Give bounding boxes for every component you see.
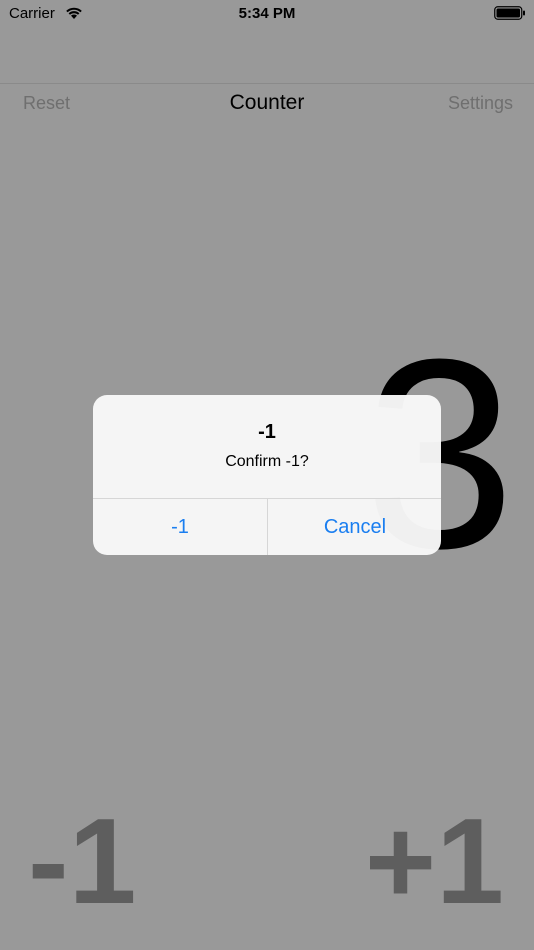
battery-icon — [494, 6, 526, 20]
increment-button[interactable]: +1 — [365, 800, 504, 922]
decrement-button[interactable]: -1 — [28, 800, 136, 922]
settings-button[interactable]: Settings — [448, 93, 513, 114]
navigation-bar-background — [0, 28, 534, 84]
status-time: 5:34 PM — [238, 5, 296, 22]
alert-message: Confirm -1? — [225, 453, 309, 470]
alert-cancel-button[interactable]: Cancel — [268, 499, 441, 555]
navigation-bar: Reset Counter Settings — [0, 84, 534, 124]
confirm-alert: -1 Confirm -1? -1 Cancel — [93, 395, 441, 555]
status-bar: Carrier 5:34 PM — [0, 0, 534, 28]
app-screen: Carrier 5:34 PM Reset Counter Settings 3… — [0, 0, 534, 950]
alert-confirm-button[interactable]: -1 — [93, 499, 267, 555]
alert-title: -1 — [258, 421, 276, 443]
